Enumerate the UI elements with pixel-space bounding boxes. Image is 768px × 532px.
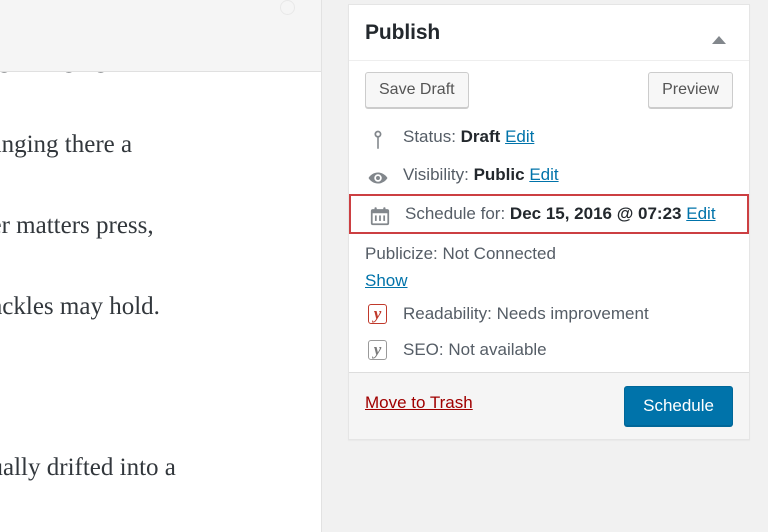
calendar-icon: [369, 204, 391, 226]
publish-box-header: Publish: [349, 5, 749, 61]
move-to-trash-link[interactable]: Move to Trash: [365, 393, 473, 413]
publicize-show-link[interactable]: Show: [365, 267, 408, 294]
edit-schedule-link[interactable]: Edit: [686, 204, 715, 223]
circle-ghost-icon: [280, 0, 295, 15]
post-body-text[interactable]: hanging there a her matters press, tackl…: [0, 84, 321, 532]
paragraph-1-line-3: tackles may hold.: [0, 292, 160, 320]
misc-publishing-actions: Status: Draft Edit Visibility: Public Ed…: [349, 118, 749, 372]
post-status-label: Status:: [403, 127, 456, 146]
clipped-text-line: ng things hanging there a: [0, 72, 321, 74]
chevron-up-icon[interactable]: [701, 5, 737, 60]
yoast-logo-icon: y: [368, 340, 387, 360]
publicize-row: Publicize: Not Connected Show: [365, 240, 733, 294]
save-draft-button[interactable]: Save Draft: [365, 72, 469, 108]
paragraph-2: ually drifted into a al tokens of the w …: [0, 408, 321, 532]
yoast-readability-row: y Readability: Needs improvement: [365, 296, 733, 332]
post-editor-column: ng things hanging there a hanging there …: [0, 0, 322, 532]
preview-button[interactable]: Preview: [648, 72, 733, 108]
editor-content-area[interactable]: ng things hanging there a hanging there …: [0, 72, 321, 532]
paragraph-2-line-1: ually drifted into a: [0, 454, 176, 481]
post-status-value: Draft: [460, 127, 501, 146]
edit-status-link[interactable]: Edit: [505, 127, 534, 146]
post-status-pin-icon: [367, 127, 389, 149]
yoast-seo-row: y SEO: Not available: [365, 332, 733, 368]
yoast-seo-label: SEO:: [403, 340, 444, 359]
edit-visibility-link[interactable]: Edit: [529, 165, 558, 184]
publish-major-actions: Save Draft Preview: [349, 61, 749, 118]
publish-box-footer: Move to Trash Schedule: [349, 372, 749, 439]
post-visibility-label: Visibility:: [403, 165, 469, 184]
yoast-seo-value: Not available: [448, 340, 547, 359]
yoast-logo-icon: y: [368, 304, 387, 324]
publish-box-title: Publish: [365, 21, 441, 44]
publish-metabox: Publish Save Draft Preview Status: Draft…: [348, 4, 750, 440]
post-status-row: Status: Draft Edit: [365, 118, 733, 156]
post-visibility-value: Public: [473, 165, 525, 184]
paragraph-1-line-2: her matters press,: [0, 211, 154, 239]
editor-toolbar[interactable]: [0, 0, 321, 72]
yoast-readability-label: Readability:: [403, 304, 492, 323]
post-visibility-row: Visibility: Public Edit: [365, 156, 733, 194]
post-schedule-row-highlighted: Schedule for: Dec 15, 2016 @ 07:23 Edit: [349, 194, 749, 234]
visibility-eye-icon: [367, 165, 389, 187]
publicize-value: Not Connected: [442, 244, 556, 263]
chevron-up-glyph: [712, 36, 726, 44]
screen-root: ng things hanging there a hanging there …: [0, 0, 768, 532]
publicize-label: Publicize:: [365, 244, 438, 263]
schedule-button[interactable]: Schedule: [624, 386, 733, 426]
yoast-readability-value: Needs improvement: [496, 304, 649, 323]
paragraph-1-line-1: hanging there a: [0, 130, 133, 158]
post-schedule-value: Dec 15, 2016 @ 07:23: [509, 204, 682, 223]
post-schedule-label: Schedule for:: [405, 204, 506, 223]
